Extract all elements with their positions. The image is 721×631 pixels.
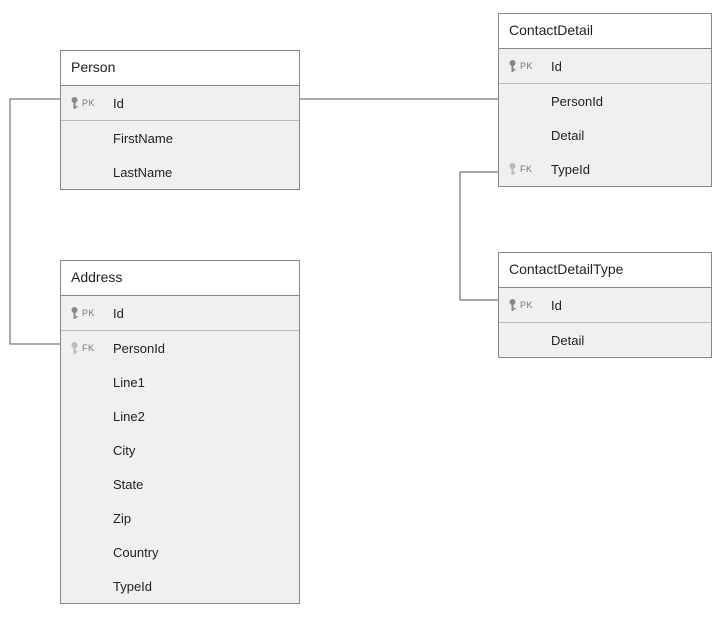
entity-address[interactable]: Address PK Id FK PersonId Line1 Line2 C bbox=[60, 260, 300, 604]
field-row: Line2 bbox=[61, 399, 299, 433]
field-name: Id bbox=[545, 298, 562, 313]
field-name: Id bbox=[545, 59, 562, 74]
field-name: PersonId bbox=[107, 341, 165, 356]
entity-body: PK Id FK PersonId Line1 Line2 City State bbox=[61, 296, 299, 603]
field-name: Zip bbox=[107, 511, 131, 526]
entity-contact-detail-type[interactable]: ContactDetailType PK Id Detail bbox=[498, 252, 712, 358]
field-row: PK Id bbox=[61, 86, 299, 121]
pk-indicator: PK bbox=[69, 96, 107, 110]
field-row: FirstName bbox=[61, 121, 299, 155]
fk-indicator: FK bbox=[507, 162, 545, 176]
pk-indicator: PK bbox=[507, 59, 545, 73]
key-icon bbox=[69, 341, 80, 355]
pk-indicator: PK bbox=[507, 298, 545, 312]
field-name: Id bbox=[107, 306, 124, 321]
field-name: State bbox=[107, 477, 143, 492]
entity-body: PK Id PersonId Detail FK TypeId bbox=[499, 49, 711, 186]
field-row: Country bbox=[61, 535, 299, 569]
field-row: Detail bbox=[499, 323, 711, 357]
entity-title: ContactDetail bbox=[499, 14, 711, 49]
key-icon bbox=[507, 298, 518, 312]
field-name: City bbox=[107, 443, 135, 458]
entity-body: PK Id Detail bbox=[499, 288, 711, 357]
field-name: Detail bbox=[545, 333, 584, 348]
field-row: FK PersonId bbox=[61, 331, 299, 365]
key-icon bbox=[507, 59, 518, 73]
field-row: TypeId bbox=[61, 569, 299, 603]
field-row: City bbox=[61, 433, 299, 467]
field-row: LastName bbox=[61, 155, 299, 189]
entity-title: ContactDetailType bbox=[499, 253, 711, 288]
field-name: FirstName bbox=[107, 131, 173, 146]
pk-indicator: PK bbox=[69, 306, 107, 320]
field-row: PK Id bbox=[499, 49, 711, 84]
key-icon bbox=[69, 306, 80, 320]
fk-indicator: FK bbox=[69, 341, 107, 355]
field-name: Id bbox=[107, 96, 124, 111]
field-name: TypeId bbox=[107, 579, 152, 594]
field-name: Detail bbox=[545, 128, 584, 143]
entity-body: PK Id FirstName LastName bbox=[61, 86, 299, 189]
field-name: Line2 bbox=[107, 409, 145, 424]
key-icon bbox=[507, 162, 518, 176]
field-row: Detail bbox=[499, 118, 711, 152]
entity-contact-detail[interactable]: ContactDetail PK Id PersonId Detail FK T… bbox=[498, 13, 712, 187]
field-name: Line1 bbox=[107, 375, 145, 390]
entity-title: Address bbox=[61, 261, 299, 296]
field-row: PK Id bbox=[61, 296, 299, 331]
field-name: LastName bbox=[107, 165, 172, 180]
field-row: Zip bbox=[61, 501, 299, 535]
field-row: Line1 bbox=[61, 365, 299, 399]
field-name: Country bbox=[107, 545, 159, 560]
key-icon bbox=[69, 96, 80, 110]
field-row: PK Id bbox=[499, 288, 711, 323]
field-row: State bbox=[61, 467, 299, 501]
field-name: PersonId bbox=[545, 94, 603, 109]
field-row: FK TypeId bbox=[499, 152, 711, 186]
field-row: PersonId bbox=[499, 84, 711, 118]
entity-person[interactable]: Person PK Id FirstName LastName bbox=[60, 50, 300, 190]
field-name: TypeId bbox=[545, 162, 590, 177]
entity-title: Person bbox=[61, 51, 299, 86]
